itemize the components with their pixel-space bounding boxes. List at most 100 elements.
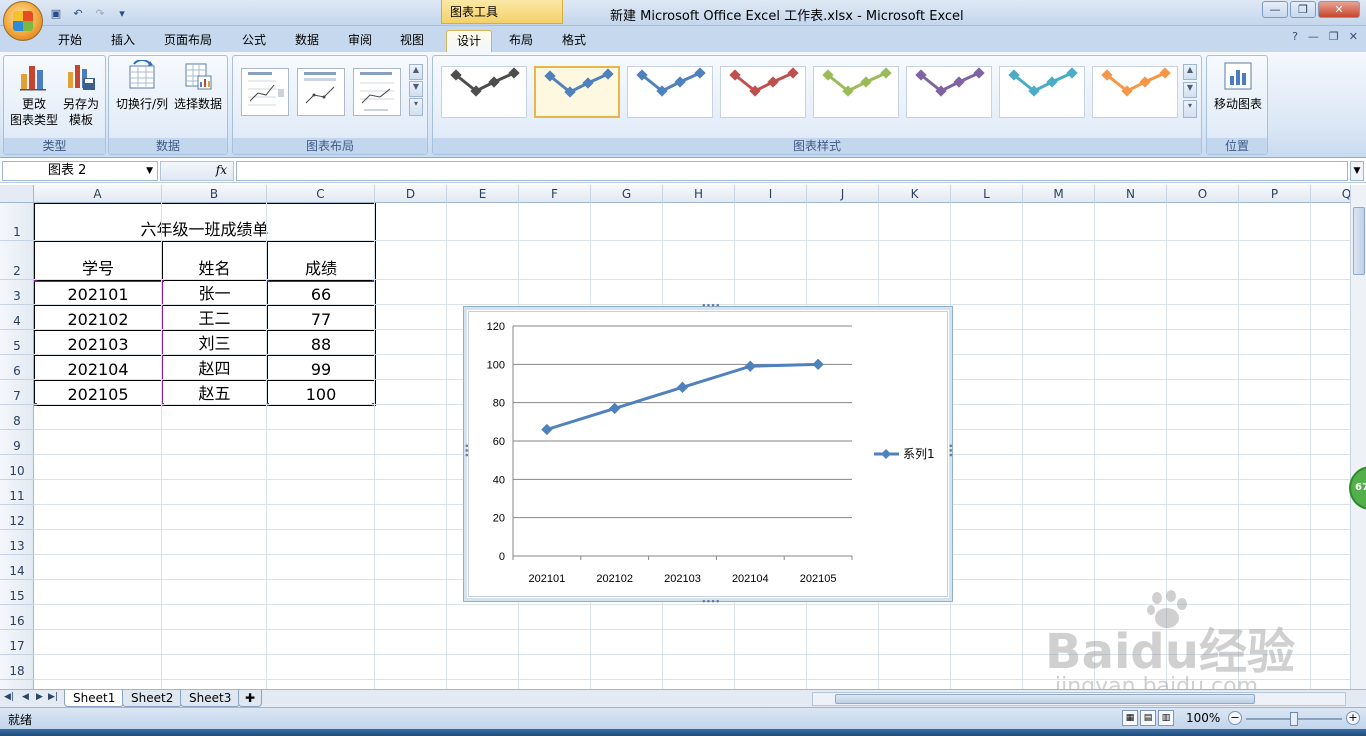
sheet-tab-sheet1[interactable]: Sheet1	[64, 690, 125, 707]
row-header-15[interactable]: 15	[0, 580, 34, 605]
cell-header-id[interactable]: 学号	[34, 241, 162, 280]
zoom-in-icon[interactable]: +	[1346, 711, 1360, 725]
row-header-17[interactable]: 17	[0, 630, 34, 655]
tab-insert[interactable]: 插入	[101, 30, 145, 52]
customize-qat-icon[interactable]: ▾	[114, 5, 130, 21]
last-sheet-icon[interactable]: ▶|	[48, 692, 58, 702]
select-data-button[interactable]: 选择数据	[171, 60, 225, 112]
office-button[interactable]	[3, 1, 43, 41]
save-icon[interactable]: ▣	[48, 5, 64, 21]
tab-design[interactable]: 设计	[446, 30, 493, 52]
resize-handle-left[interactable]: ∙∙∙	[461, 443, 471, 457]
vertical-scrollbar[interactable]	[1350, 185, 1366, 689]
workbook-close-icon[interactable]: ✕	[1349, 30, 1358, 43]
cell-score[interactable]: 77	[267, 305, 375, 330]
sheet-tab-sheet2[interactable]: Sheet2	[122, 690, 183, 707]
row-header-14[interactable]: 14	[0, 555, 34, 580]
tab-view[interactable]: 视图	[390, 30, 434, 52]
first-sheet-icon[interactable]: ◀|	[4, 692, 14, 702]
row-header-11[interactable]: 11	[0, 480, 34, 505]
column-header-n[interactable]: N	[1095, 185, 1167, 203]
redo-icon[interactable]: ↷	[92, 5, 108, 21]
zoom-level[interactable]: 100%	[1186, 711, 1220, 725]
styles-scroll-up[interactable]: ▲	[1183, 64, 1197, 80]
column-header-d[interactable]: D	[375, 185, 447, 203]
styles-gallery-more[interactable]: ▾	[1183, 100, 1197, 118]
chart-area[interactable]: 0 20 40 60 80 100 120 202101 202102 202103 202104 2…	[468, 311, 948, 597]
resize-handle-top[interactable]: ∙∙∙∙	[701, 301, 721, 311]
cell-id[interactable]: 202103	[34, 330, 162, 355]
chart-layout-1[interactable]	[241, 68, 289, 116]
chart-layout-2[interactable]	[297, 68, 345, 116]
save-as-template-button[interactable]: 另存为 模板	[58, 60, 104, 128]
tab-review[interactable]: 审阅	[338, 30, 382, 52]
workbook-restore-icon[interactable]: ❐	[1329, 30, 1339, 43]
chart-layout-3[interactable]	[353, 68, 401, 116]
cell-id[interactable]: 202104	[34, 355, 162, 380]
chart-style-7[interactable]	[999, 66, 1085, 118]
chart-object[interactable]: 0 20 40 60 80 100 120 202101 202102 202103 202104 2…	[461, 301, 955, 607]
cell-id[interactable]: 202101	[34, 280, 162, 305]
zoom-out-icon[interactable]: −	[1228, 711, 1242, 725]
cell-name[interactable]: 刘三	[162, 330, 267, 355]
layout-scroll-down[interactable]: ▼	[409, 81, 423, 97]
expand-formula-bar-icon[interactable]: ▼	[1350, 161, 1364, 181]
row-header-6[interactable]: 6	[0, 355, 34, 380]
column-header-k[interactable]: K	[879, 185, 951, 203]
prev-sheet-icon[interactable]: ◀	[22, 692, 29, 702]
tab-formulas[interactable]: 公式	[232, 30, 276, 52]
tab-layout[interactable]: 布局	[499, 30, 543, 52]
chart-style-1[interactable]	[441, 66, 527, 118]
column-header-i[interactable]: I	[735, 185, 807, 203]
cell-name[interactable]: 赵四	[162, 355, 267, 380]
chart-style-2[interactable]	[534, 66, 620, 118]
name-box[interactable]: 图表 2 ▼	[2, 161, 158, 181]
chart-style-3[interactable]	[627, 66, 713, 118]
undo-icon[interactable]: ↶	[70, 5, 86, 21]
normal-view-icon[interactable]: ▦	[1122, 710, 1138, 726]
layout-gallery-more[interactable]: ▾	[409, 98, 423, 116]
change-chart-type-button[interactable]: 更改 图表类型	[8, 60, 60, 128]
cell-id[interactable]: 202105	[34, 380, 162, 405]
column-header-h[interactable]: H	[663, 185, 735, 203]
chart-style-8[interactable]	[1092, 66, 1178, 118]
row-header-3[interactable]: 3	[0, 280, 34, 305]
cell-header-name[interactable]: 姓名	[162, 241, 267, 280]
tab-data[interactable]: 数据	[285, 30, 329, 52]
switch-row-column-button[interactable]: 切换行/列	[113, 60, 171, 112]
column-header-g[interactable]: G	[591, 185, 663, 203]
tab-format[interactable]: 格式	[552, 30, 596, 52]
row-header-5[interactable]: 5	[0, 330, 34, 355]
column-header-o[interactable]: O	[1167, 185, 1239, 203]
insert-function-icon[interactable]: fx	[216, 163, 227, 177]
minimize-button[interactable]: —	[1262, 1, 1288, 18]
sheet-tab-sheet3[interactable]: Sheet3	[180, 690, 241, 707]
column-header-l[interactable]: L	[951, 185, 1023, 203]
row-header-12[interactable]: 12	[0, 505, 34, 530]
tab-home[interactable]: 开始	[48, 30, 92, 52]
cell-name[interactable]: 张一	[162, 280, 267, 305]
vertical-scroll-thumb[interactable]	[1353, 207, 1365, 275]
move-chart-button[interactable]: 移动图表	[1211, 60, 1265, 112]
column-header-c[interactable]: C	[267, 185, 375, 203]
select-all-corner[interactable]	[0, 185, 34, 203]
row-header-4[interactable]: 4	[0, 305, 34, 330]
cell-name[interactable]: 王二	[162, 305, 267, 330]
cell-score[interactable]: 88	[267, 330, 375, 355]
tab-page-layout[interactable]: 页面布局	[154, 30, 222, 52]
help-icon[interactable]: ?	[1292, 30, 1298, 43]
horizontal-scrollbar[interactable]	[812, 692, 1346, 706]
resize-handle-bottom[interactable]: ∙∙∙∙	[701, 597, 721, 607]
column-header-f[interactable]: F	[519, 185, 591, 203]
workbook-minimize-icon[interactable]: —	[1308, 30, 1319, 43]
cell-id[interactable]: 202102	[34, 305, 162, 330]
formula-input[interactable]	[236, 161, 1348, 181]
cell-name[interactable]: 赵五	[162, 380, 267, 405]
column-header-j[interactable]: J	[807, 185, 879, 203]
row-header-16[interactable]: 16	[0, 605, 34, 630]
column-header-e[interactable]: E	[447, 185, 519, 203]
row-header-7[interactable]: 7	[0, 380, 34, 405]
restore-button[interactable]: ❐	[1290, 1, 1316, 18]
chart-style-5[interactable]	[813, 66, 899, 118]
row-header-2[interactable]: 2	[0, 241, 34, 280]
